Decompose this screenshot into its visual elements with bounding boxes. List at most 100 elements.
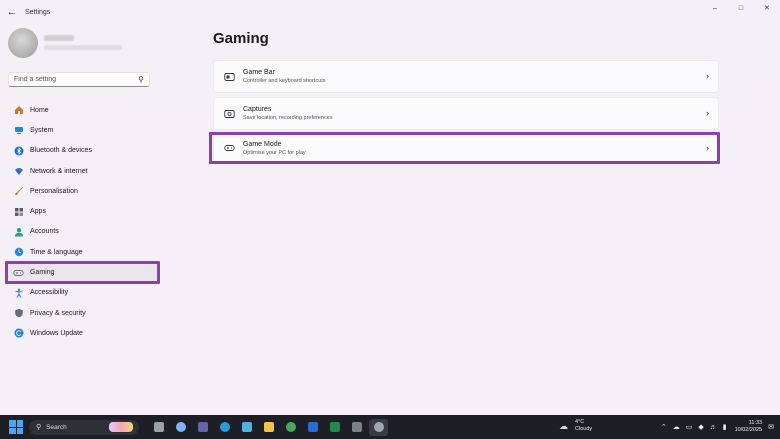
profile-email-redacted — [44, 45, 122, 50]
calculator-button[interactable] — [347, 419, 366, 436]
weather-condition: Cloudy — [575, 426, 593, 432]
sidebar-item-label: Gaming — [30, 269, 55, 277]
capture-icon — [223, 108, 235, 120]
sidebar-item-label: Privacy & security — [30, 309, 86, 317]
shield-icon — [13, 308, 24, 319]
sidebar-item-bluetooth[interactable]: Bluetooth & devices — [8, 141, 158, 161]
task-view-button[interactable] — [149, 419, 168, 436]
sidebar-item-personalisation[interactable]: Personalisation — [8, 181, 158, 201]
taskbar-search-label: Search — [46, 423, 67, 431]
start-button[interactable] — [9, 420, 23, 434]
system-tray: ⌃ ☁ ▭ ◆ ♬ ▮ 11:33 10/02/2025 ✉ — [655, 415, 774, 439]
sidebar-item-gaming[interactable]: Gaming — [8, 262, 158, 283]
accounts-icon — [13, 226, 24, 237]
notification-bell-icon[interactable]: ✉ — [768, 423, 774, 431]
card-description: Save location, recording preferences — [243, 115, 333, 121]
excel-icon — [329, 422, 340, 432]
sidebar-item-label: Windows Update — [30, 329, 83, 337]
settings-button[interactable] — [369, 418, 388, 436]
sidebar-item-label: Accounts — [30, 228, 59, 236]
word-button[interactable] — [303, 419, 322, 436]
brush-icon — [13, 186, 24, 197]
teams-icon — [197, 422, 208, 432]
app-title: Settings — [25, 8, 51, 16]
search-icon: ⚲ — [36, 424, 42, 431]
card-description: Optimise your PC for play — [243, 149, 306, 156]
chevron-up-icon[interactable]: ⌃ — [661, 423, 667, 431]
avatar[interactable] — [8, 28, 38, 58]
excel-button[interactable] — [325, 419, 344, 436]
taskbar-search[interactable]: ⚲ Search — [29, 419, 139, 435]
game-bar-card[interactable]: Game Bar Controller and keyboard shortcu… — [213, 60, 719, 93]
profile-name-redacted — [44, 35, 74, 41]
weather-widget[interactable]: ☁ 4°C Cloudy — [559, 419, 592, 433]
gamepad-icon — [13, 267, 24, 278]
sidebar-item-label: Personalisation — [30, 187, 78, 195]
game-mode-card[interactable]: Game Mode Optimise your PC for play › — [213, 134, 719, 162]
accessibility-icon — [13, 287, 24, 298]
sidebar-item-accessibility[interactable]: Accessibility — [8, 283, 158, 303]
search-icon[interactable]: ⚲ — [138, 75, 144, 84]
search-input[interactable] — [14, 76, 132, 83]
notepad-icon — [241, 422, 252, 432]
card-description: Controller and keyboard shortcuts — [243, 78, 326, 84]
sidebar-item-apps[interactable]: Apps — [8, 201, 158, 221]
search-highlight-icon — [109, 421, 133, 432]
sidebar-item-label: Apps — [30, 208, 46, 216]
bluetooth-icon — [13, 145, 24, 156]
apps-icon — [13, 206, 24, 217]
card-title: Game Mode — [243, 140, 282, 148]
notepad-button[interactable] — [237, 419, 256, 436]
teams-button[interactable] — [193, 419, 212, 436]
display-icon[interactable]: ▭ — [686, 423, 693, 431]
task-view-icon — [153, 422, 164, 432]
back-button[interactable]: ← — [0, 0, 24, 24]
file-explorer-button[interactable] — [259, 419, 278, 436]
system-icon — [13, 125, 24, 136]
sidebar-item-time-language[interactable]: Time & language — [8, 242, 158, 262]
chrome-button[interactable] — [281, 419, 300, 436]
weather-temperature: 4°C — [575, 419, 585, 425]
game-bar-icon — [223, 71, 235, 83]
minimize-button[interactable]: – — [702, 0, 728, 16]
edge-button[interactable] — [215, 419, 234, 436]
captures-card[interactable]: Captures Save location, recording prefer… — [213, 97, 719, 130]
wifi-icon[interactable]: ◆ — [698, 423, 703, 431]
onedrive-icon[interactable]: ☁ — [673, 423, 680, 431]
sidebar-item-label: Time & language — [30, 248, 83, 256]
volume-icon[interactable]: ♬ — [710, 424, 717, 431]
chevron-right-icon: › — [706, 71, 709, 81]
search-box[interactable]: ⚲ — [8, 72, 150, 87]
clock[interactable]: 11:33 10/02/2025 — [735, 420, 763, 434]
taskbar-apps — [149, 418, 388, 436]
settings-icon — [373, 422, 384, 432]
copilot-icon — [175, 422, 186, 432]
sidebar-item-label: System — [30, 126, 54, 134]
sidebar-item-accounts[interactable]: Accounts — [8, 222, 158, 242]
cloud-icon: ☁ — [559, 421, 568, 431]
file-explorer-icon — [263, 422, 274, 432]
copilot-button[interactable] — [171, 419, 190, 436]
windows-logo-pane — [16, 420, 23, 427]
back-arrow-icon: ← — [6, 6, 18, 18]
sidebar-item-privacy-security[interactable]: Privacy & security — [8, 303, 158, 323]
maximize-button[interactable]: □ — [728, 0, 754, 16]
close-button[interactable]: ✕ — [754, 0, 780, 16]
battery-icon[interactable]: ▮ — [723, 423, 727, 431]
title-bar: ← Settings – □ ✕ — [0, 0, 780, 24]
chevron-right-icon: › — [706, 108, 709, 118]
clock-time: 11:33 — [748, 420, 763, 426]
sidebar-item-windows-update[interactable]: Windows Update — [8, 323, 158, 343]
update-icon — [13, 328, 24, 339]
sidebar-item-system[interactable]: System — [8, 120, 158, 140]
card-title: Captures — [243, 106, 272, 113]
sidebar-item-home[interactable]: Home — [8, 100, 158, 120]
edge-icon — [219, 422, 230, 432]
sidebar-item-network[interactable]: Network & internet — [8, 161, 158, 181]
windows-logo-icon — [9, 420, 16, 427]
window-controls: – □ ✕ — [702, 0, 780, 16]
minimize-icon: – — [713, 4, 717, 12]
globe-clock-icon — [13, 247, 24, 258]
game-mode-icon — [223, 142, 235, 154]
sidebar-nav: Home System Bluetooth & devices Network … — [8, 100, 158, 344]
